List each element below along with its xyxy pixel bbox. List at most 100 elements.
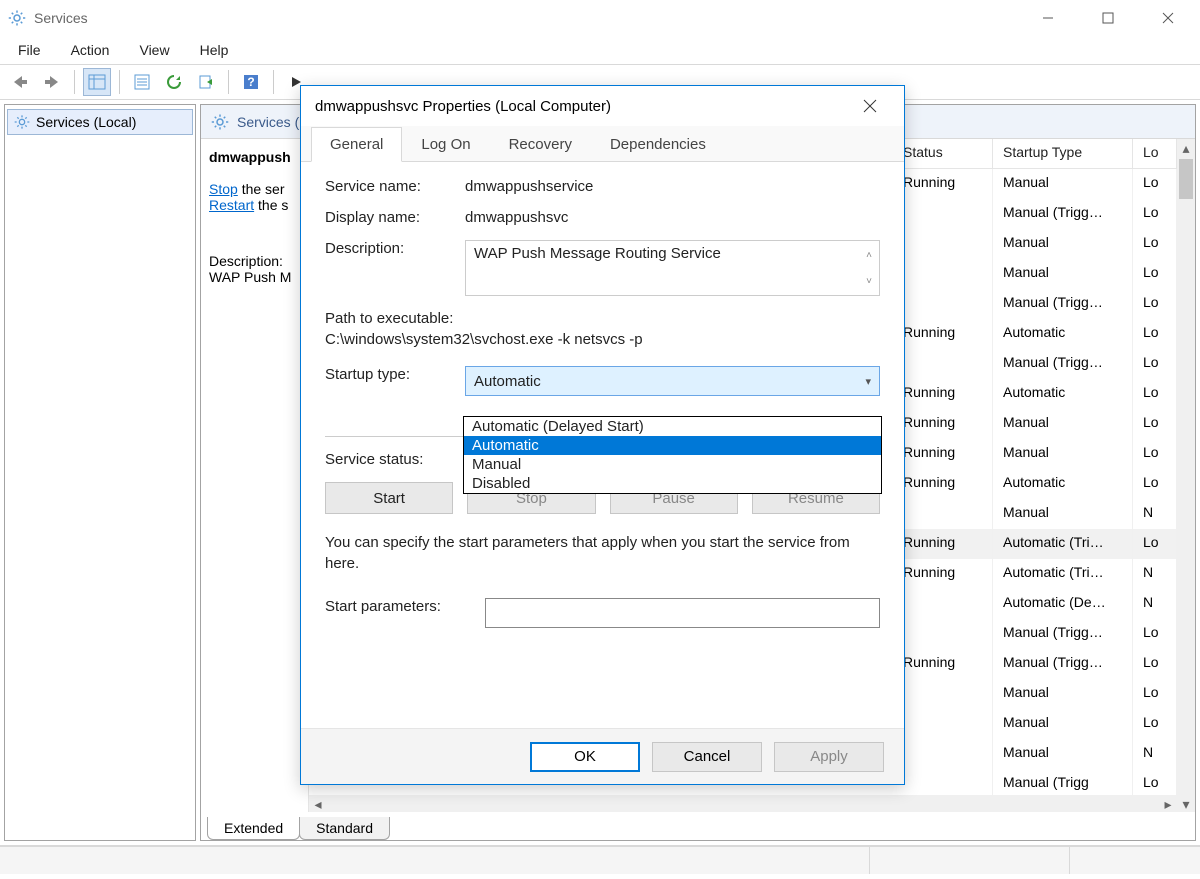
startup-option[interactable]: Manual — [464, 455, 881, 474]
tab-logon[interactable]: Log On — [402, 127, 489, 161]
export-button[interactable] — [192, 68, 220, 96]
menu-action[interactable]: Action — [57, 38, 124, 62]
table-row[interactable]: RunningAutomaticLo — [893, 319, 1177, 349]
grid-rows: RunningManualLoManual (Trigg…LoManualLoM… — [893, 169, 1177, 799]
cell-status: Running — [893, 649, 993, 679]
table-row[interactable]: RunningManualLo — [893, 439, 1177, 469]
refresh-button[interactable] — [160, 68, 188, 96]
table-row[interactable]: RunningManual (Trigg…Lo — [893, 649, 1177, 679]
dialog-close-button[interactable] — [850, 86, 890, 126]
table-row[interactable]: RunningAutomatic (Tri…Lo — [893, 529, 1177, 559]
statusbar — [0, 846, 1200, 874]
col-logon[interactable]: Lo — [1133, 139, 1177, 168]
minimize-button[interactable] — [1018, 0, 1078, 36]
table-row[interactable]: Automatic (De…N — [893, 589, 1177, 619]
help-button[interactable]: ? — [237, 68, 265, 96]
stop-link[interactable]: Stop — [209, 181, 238, 197]
cell-status — [893, 499, 993, 529]
table-row[interactable]: RunningAutomatic (Tri…N — [893, 559, 1177, 589]
table-row[interactable]: ManualN — [893, 739, 1177, 769]
detail-service-name: dmwappush — [209, 149, 300, 165]
cell-logon: Lo — [1133, 259, 1177, 289]
cell-logon: Lo — [1133, 439, 1177, 469]
value-service-name: dmwappushservice — [465, 178, 880, 195]
restart-link[interactable]: Restart — [209, 197, 254, 213]
menu-file[interactable]: File — [4, 38, 55, 62]
table-row[interactable]: Manual (Trigg…Lo — [893, 619, 1177, 649]
startup-option[interactable]: Disabled — [464, 474, 881, 493]
scroll-right-icon[interactable]: ▸ — [1159, 795, 1177, 813]
label-startup: Startup type: — [325, 366, 465, 396]
tab-standard[interactable]: Standard — [299, 817, 390, 840]
cell-status — [893, 229, 993, 259]
cell-logon: Lo — [1133, 679, 1177, 709]
cell-logon: N — [1133, 589, 1177, 619]
cell-status: Running — [893, 379, 993, 409]
chevron-down-icon: ▾ — [865, 375, 871, 388]
table-row[interactable]: ManualLo — [893, 259, 1177, 289]
dialog-body: Service name: dmwappushservice Display n… — [301, 162, 904, 728]
cell-status: Running — [893, 559, 993, 589]
tab-extended[interactable]: Extended — [207, 817, 300, 840]
tab-general[interactable]: General — [311, 127, 402, 162]
startup-option[interactable]: Automatic — [464, 436, 881, 455]
cell-logon: Lo — [1133, 409, 1177, 439]
start-parameters-input[interactable] — [485, 598, 880, 628]
show-tree-button[interactable] — [83, 68, 111, 96]
table-row[interactable]: ManualLo — [893, 229, 1177, 259]
forward-button[interactable] — [38, 68, 66, 96]
description-scroll[interactable]: ˄˅ — [860, 242, 878, 294]
description-box[interactable]: WAP Push Message Routing Service ˄˅ — [465, 240, 880, 296]
cell-logon: Lo — [1133, 289, 1177, 319]
vertical-scrollbar[interactable]: ▴ ▾ — [1177, 139, 1195, 813]
table-row[interactable]: Manual (Trigg…Lo — [893, 199, 1177, 229]
table-row[interactable]: Manual (Trigg…Lo — [893, 349, 1177, 379]
col-startup[interactable]: Startup Type — [993, 139, 1133, 168]
cancel-button[interactable]: Cancel — [652, 742, 762, 772]
tab-dependencies[interactable]: Dependencies — [591, 127, 725, 161]
start-button[interactable]: Start — [325, 482, 453, 514]
menu-view[interactable]: View — [125, 38, 183, 62]
ok-button[interactable]: OK — [530, 742, 640, 772]
table-row[interactable]: RunningManualLo — [893, 409, 1177, 439]
label-service-name: Service name: — [325, 178, 465, 195]
apply-button: Apply — [774, 742, 884, 772]
table-row[interactable]: ManualN — [893, 499, 1177, 529]
table-row[interactable]: RunningAutomaticLo — [893, 379, 1177, 409]
table-row[interactable]: Manual (Trigg…Lo — [893, 289, 1177, 319]
status-region-3 — [1070, 847, 1200, 874]
cell-logon: N — [1133, 739, 1177, 769]
startup-type-dropdown[interactable]: Automatic (Delayed Start)AutomaticManual… — [463, 416, 882, 494]
back-button[interactable] — [6, 68, 34, 96]
cell-status — [893, 199, 993, 229]
properties-button[interactable] — [128, 68, 156, 96]
table-row[interactable]: ManualLo — [893, 679, 1177, 709]
tab-recovery[interactable]: Recovery — [490, 127, 591, 161]
startup-option[interactable]: Automatic (Delayed Start) — [464, 417, 881, 436]
table-row[interactable]: ManualLo — [893, 709, 1177, 739]
col-status[interactable]: Status — [893, 139, 993, 168]
cell-startup: Manual (Trigg… — [993, 289, 1133, 319]
menu-help[interactable]: Help — [186, 38, 243, 62]
table-row[interactable]: RunningAutomaticLo — [893, 469, 1177, 499]
table-row[interactable]: RunningManualLo — [893, 169, 1177, 199]
cell-startup: Manual — [993, 709, 1133, 739]
tree-root-item[interactable]: Services (Local) — [7, 109, 193, 135]
scroll-down-icon[interactable]: ▾ — [1177, 795, 1195, 813]
cell-startup: Manual — [993, 739, 1133, 769]
maximize-button[interactable] — [1078, 0, 1138, 36]
scroll-up-icon[interactable]: ▴ — [1177, 139, 1195, 157]
cell-logon: Lo — [1133, 169, 1177, 199]
tree-root-label: Services (Local) — [36, 114, 136, 130]
horizontal-scrollbar[interactable]: ◂ ▸ — [309, 795, 1177, 813]
cell-status — [893, 619, 993, 649]
cell-startup: Automatic (Tri… — [993, 529, 1133, 559]
close-button[interactable] — [1138, 0, 1198, 36]
scroll-left-icon[interactable]: ◂ — [309, 795, 327, 813]
cell-status — [893, 289, 993, 319]
properties-dialog: dmwappushsvc Properties (Local Computer)… — [300, 85, 905, 785]
startup-type-combo[interactable]: Automatic ▾ — [465, 366, 880, 396]
view-tabs: Extended Standard — [201, 812, 1195, 840]
cell-startup: Manual — [993, 439, 1133, 469]
cell-status — [893, 709, 993, 739]
